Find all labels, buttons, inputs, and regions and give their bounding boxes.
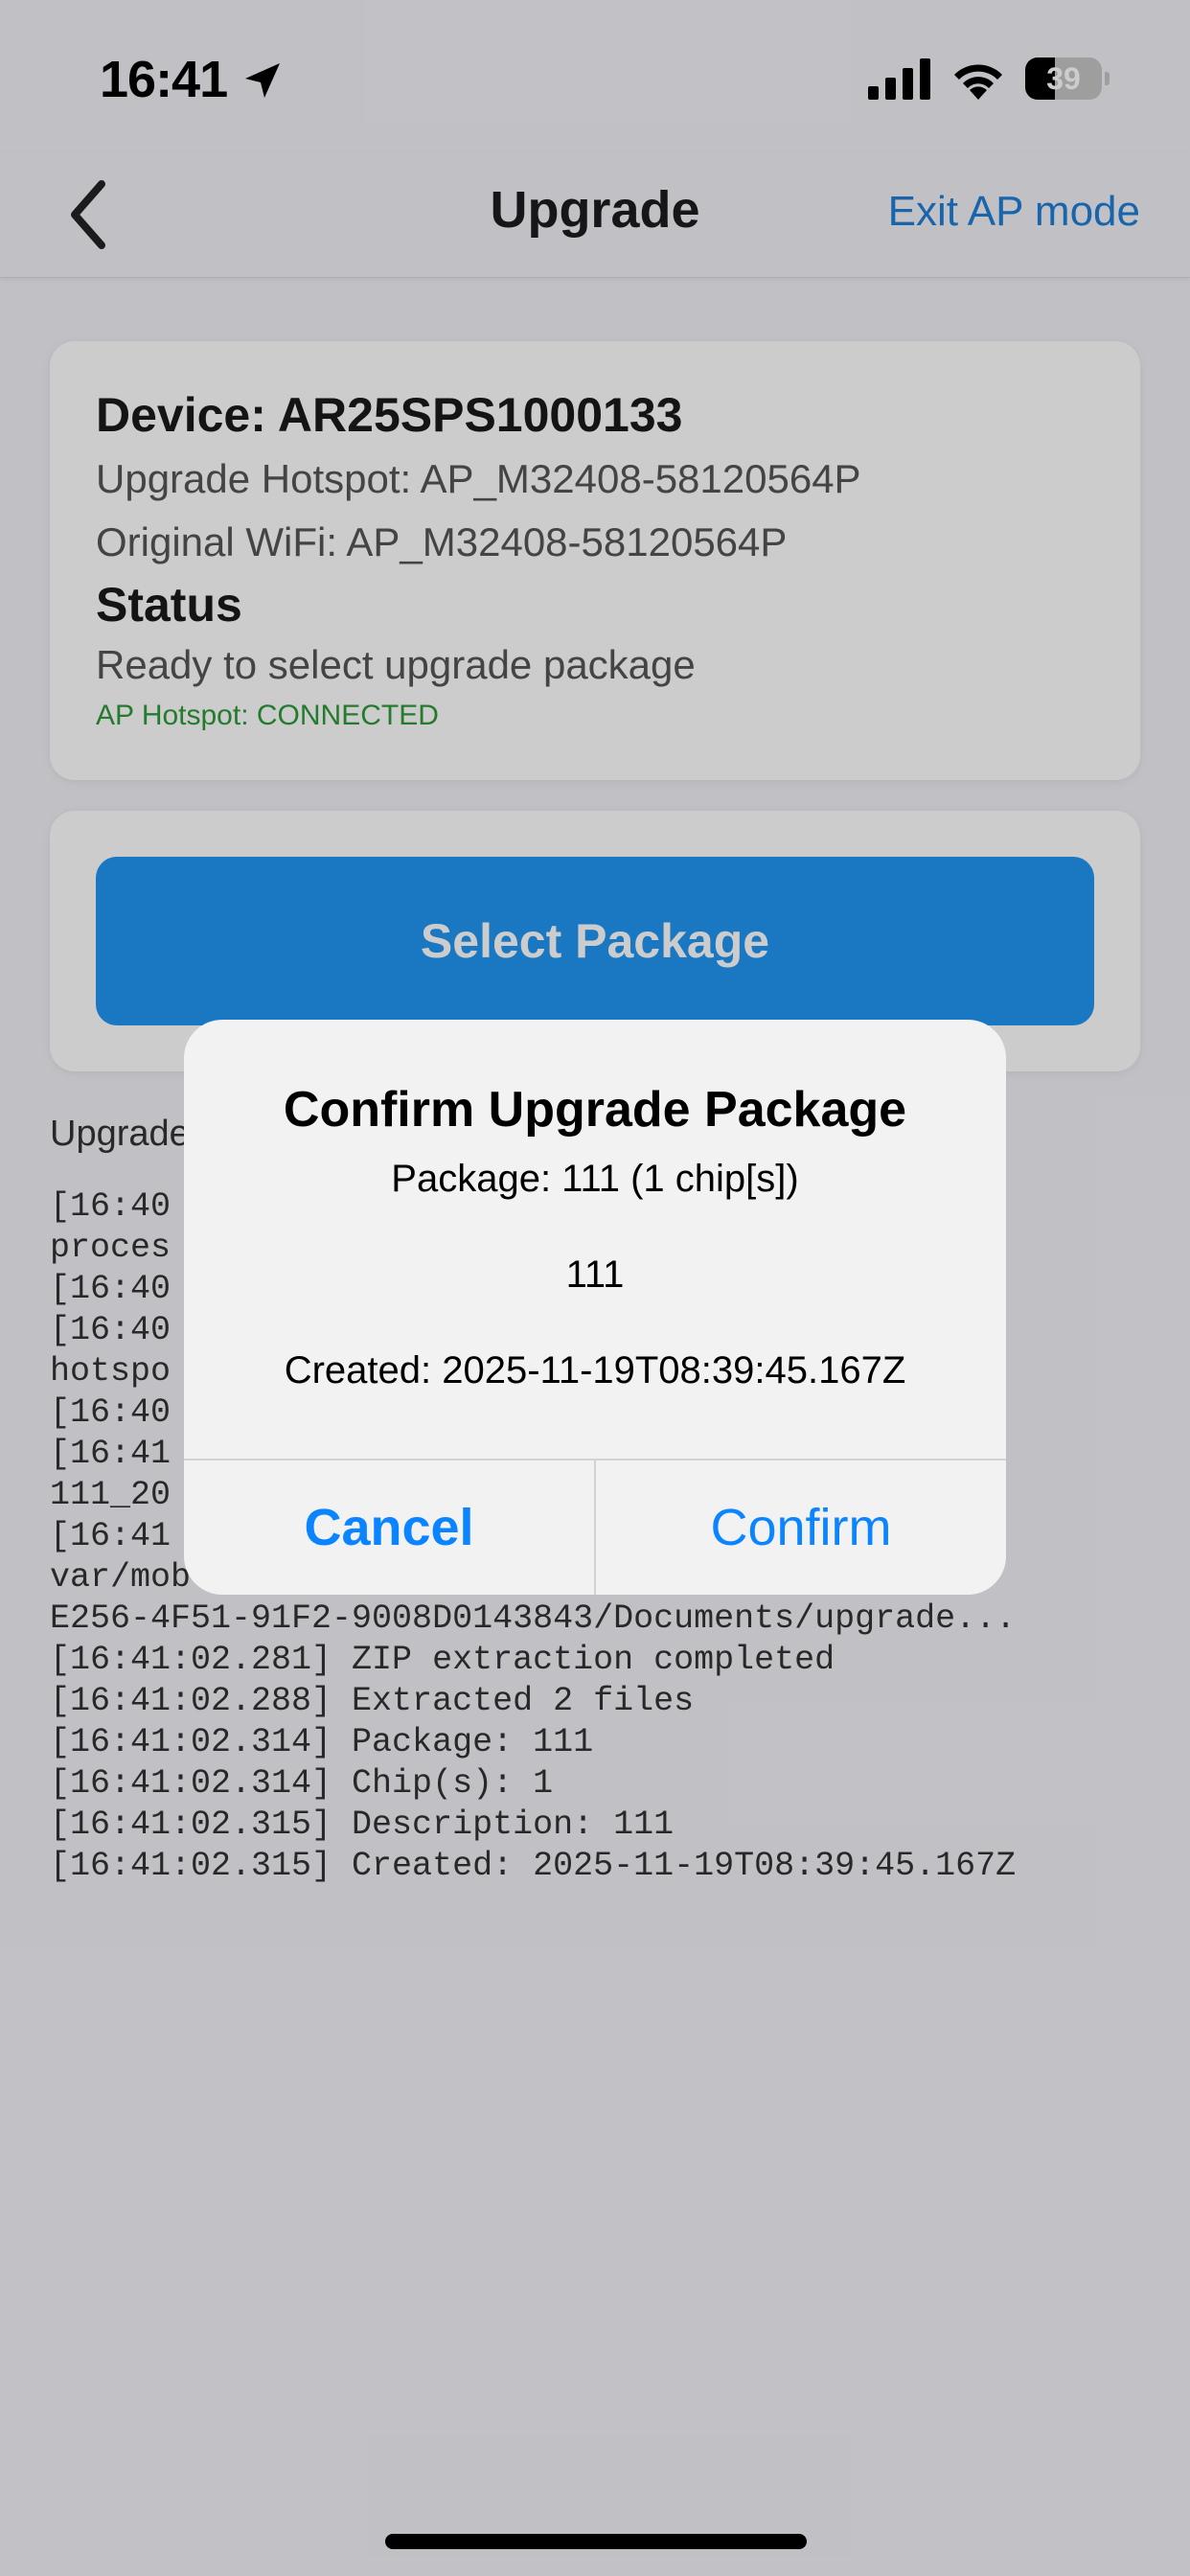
dialog-package: Package: 111 (1 chip[s]): [391, 1158, 799, 1200]
dialog-created: Created: 2025-11-19T08:39:45.167Z: [284, 1349, 906, 1392]
dialog-description: 111: [565, 1254, 625, 1296]
cancel-button[interactable]: Cancel: [184, 1460, 594, 1595]
home-indicator[interactable]: [385, 2534, 807, 2549]
dialog-title: Confirm Upgrade Package: [283, 1082, 907, 1138]
confirm-button[interactable]: Confirm: [596, 1460, 1006, 1595]
confirm-dialog: Confirm Upgrade Package Package: 111 (1 …: [184, 1020, 1006, 1595]
